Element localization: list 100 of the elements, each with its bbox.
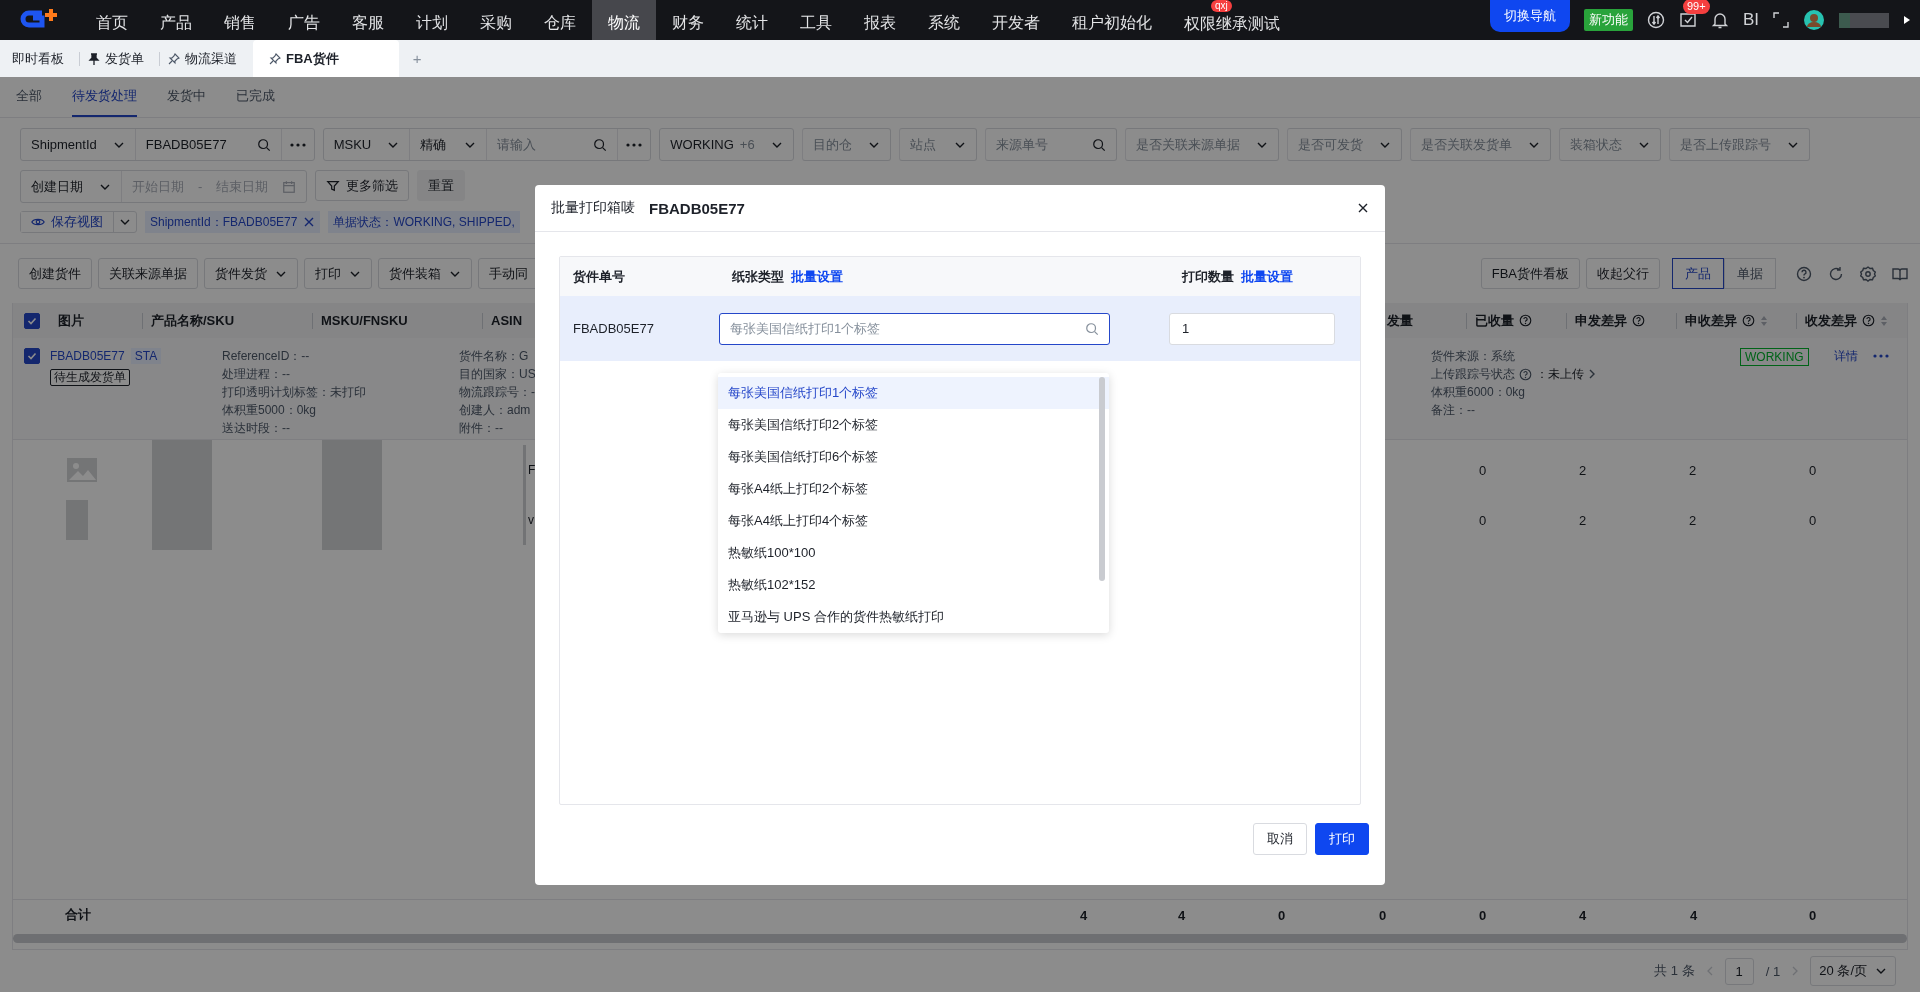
toolbar-button[interactable]: 打印 — [304, 258, 372, 289]
page-size-select[interactable]: 20 条/页 — [1810, 956, 1896, 986]
fullscreen-icon[interactable] — [1773, 12, 1789, 28]
page-tab[interactable]: 物流渠道 — [160, 40, 253, 77]
select-field[interactable]: MSKU — [323, 129, 410, 160]
close-icon[interactable] — [1357, 202, 1369, 214]
batch-set-link[interactable]: 批量设置 — [791, 267, 843, 286]
more-icon[interactable] — [1873, 354, 1889, 358]
count-label: +6 — [739, 137, 755, 152]
nav-menu-item[interactable]: 首页 — [80, 0, 144, 40]
status-tab[interactable]: 已完成 — [236, 77, 275, 117]
nav-menu-item[interactable]: 销售 — [208, 0, 272, 40]
nav-menu-item[interactable]: 物流 — [592, 0, 656, 40]
nav-menu-item[interactable]: 产品 — [144, 0, 208, 40]
select-field[interactable]: ShipmentId — [21, 129, 135, 160]
search-field[interactable]: FBADB05E77 — [134, 129, 281, 160]
view-toggle[interactable]: 产品 — [1672, 258, 1724, 289]
page-tab[interactable]: 发货单 — [80, 40, 160, 77]
nav-menu-item[interactable]: 采购 — [464, 0, 528, 40]
nav-menu-item[interactable]: 计划 — [400, 0, 464, 40]
switch-nav-button[interactable]: 切换导航 — [1489, 0, 1570, 32]
toolbar-button[interactable]: 收起父行 — [1586, 258, 1660, 289]
detail-label: 上传跟踪号状态 — [1431, 366, 1515, 382]
scrollbar-thumb[interactable] — [1099, 377, 1105, 581]
dropdown-option[interactable]: 亚马逊与 UPS 合作的货件热敏纸打印 — [718, 601, 1109, 633]
checkbox[interactable] — [23, 312, 40, 329]
bell-icon[interactable] — [1710, 11, 1729, 29]
generate-order-button[interactable]: 待生成发货单 — [50, 369, 130, 386]
chevron-right-icon[interactable] — [1588, 369, 1596, 379]
dropdown-option[interactable]: 热敏纸102*152 — [718, 569, 1109, 601]
more-icon[interactable] — [626, 142, 643, 147]
cancel-button[interactable]: 取消 — [1253, 823, 1307, 855]
nav-menu-item[interactable]: 仓库 — [528, 0, 592, 40]
totals-cell-text: 4 — [1080, 907, 1089, 923]
blurred-image — [66, 500, 88, 540]
shipment-link[interactable]: FBADB05E77 — [50, 348, 125, 364]
nav-menu-item[interactable]: 租户初始化 — [1056, 0, 1168, 40]
select-field[interactable]: 精确 — [409, 129, 487, 160]
dropdown-option[interactable]: 每张A4纸上打印4个标签 — [718, 505, 1109, 537]
page-tab[interactable]: 即时看板 — [4, 40, 80, 77]
pin-icon[interactable] — [88, 52, 100, 65]
pin-icon[interactable] — [269, 52, 281, 65]
select-placeholder: 装箱状态 — [1569, 135, 1622, 154]
quantity-input[interactable]: 1 — [1169, 312, 1335, 345]
page-input[interactable]: 1 — [1724, 957, 1754, 985]
print-button[interactable]: 打印 — [1315, 823, 1369, 855]
refresh-icon[interactable] — [1828, 265, 1844, 282]
checkmark-icon — [26, 315, 37, 326]
dialog-title: 批量打印箱唛 — [551, 199, 635, 217]
dropdown-option[interactable]: 热敏纸100*100 — [718, 537, 1109, 569]
nav-menu-item[interactable]: 广告 — [272, 0, 336, 40]
avatar-icon[interactable] — [1803, 9, 1825, 31]
nav-menu-item[interactable]: 财务 — [656, 0, 720, 40]
toolbar-button[interactable]: 货件装箱 — [378, 258, 472, 289]
dropdown-option[interactable]: 每张美国信纸打印1个标签 — [718, 377, 1109, 409]
checkbox[interactable] — [23, 348, 40, 364]
add-tab-button[interactable]: + — [398, 40, 436, 77]
select-field[interactable]: 创建日期 — [21, 171, 121, 202]
dropdown-option[interactable]: 每张美国信纸打印6个标签 — [718, 441, 1109, 473]
reset-button[interactable]: 重置 — [417, 170, 466, 201]
select-value: 精确 — [420, 135, 447, 154]
nav-menu-item[interactable]: 工具 — [784, 0, 848, 40]
status-tab[interactable]: 发货中 — [167, 77, 206, 117]
dropdown-option[interactable]: 每张A4纸上打印2个标签 — [718, 473, 1109, 505]
nav-menu-item[interactable]: 客服 — [336, 0, 400, 40]
new-feature-button[interactable]: 新功能 — [1583, 9, 1633, 31]
bi-button[interactable]: BI — [1742, 10, 1759, 30]
nav-menu-item[interactable]: 开发者 — [976, 0, 1056, 40]
nav-menu-item[interactable]: 统计 — [720, 0, 784, 40]
toolbar-button[interactable]: FBA货件看板 — [1480, 258, 1580, 289]
nav-menu-item[interactable]: 报表 — [848, 0, 912, 40]
page-tab[interactable]: FBA货件 — [253, 40, 399, 77]
settings-icon[interactable] — [1860, 265, 1876, 282]
toolbar-button[interactable]: 创建货件 — [18, 258, 92, 289]
more-icon[interactable] — [289, 142, 306, 147]
book-icon[interactable] — [1892, 265, 1908, 282]
inbox-check-icon[interactable] — [1678, 11, 1697, 29]
more-filters-button[interactable]: 更多筛选 — [315, 170, 410, 201]
triangle-right-icon[interactable] — [1903, 16, 1910, 24]
horizontal-scrollbar[interactable] — [13, 934, 1907, 943]
table-cell-text: 2 — [1578, 512, 1588, 528]
view-toggle[interactable]: 单据 — [1724, 258, 1776, 289]
help-icon[interactable] — [1796, 265, 1812, 282]
details-link[interactable]: 详情 — [1834, 348, 1858, 364]
batch-set-link[interactable]: 批量设置 — [1241, 267, 1293, 286]
nav-menu-item[interactable]: 权限继承测试 — [1168, 12, 1296, 40]
detail-text: 目的国家：US — [459, 366, 536, 382]
column-header: 已收量 — [1475, 311, 1514, 330]
select-field[interactable]: WORKING +6 — [659, 128, 794, 161]
nav-menu-item[interactable]: 系统 — [912, 0, 976, 40]
dropdown-option[interactable]: 每张美国信纸打印2个标签 — [718, 409, 1109, 441]
toolbar-button[interactable]: 货件发货 — [204, 258, 298, 289]
paper-type-select[interactable]: 每张美国信纸打印1个标签 — [719, 312, 1110, 345]
toolbar-button[interactable]: 关联来源单据 — [98, 258, 198, 289]
total-count: 共 1 条 — [1654, 962, 1695, 980]
status-tab[interactable]: 待发货处理 — [72, 77, 137, 117]
table-cell-text: 2 — [1688, 512, 1698, 528]
pin-icon[interactable] — [168, 52, 180, 65]
tab-label: FBA货件 — [286, 49, 339, 68]
status-tab[interactable]: 全部 — [16, 77, 42, 117]
